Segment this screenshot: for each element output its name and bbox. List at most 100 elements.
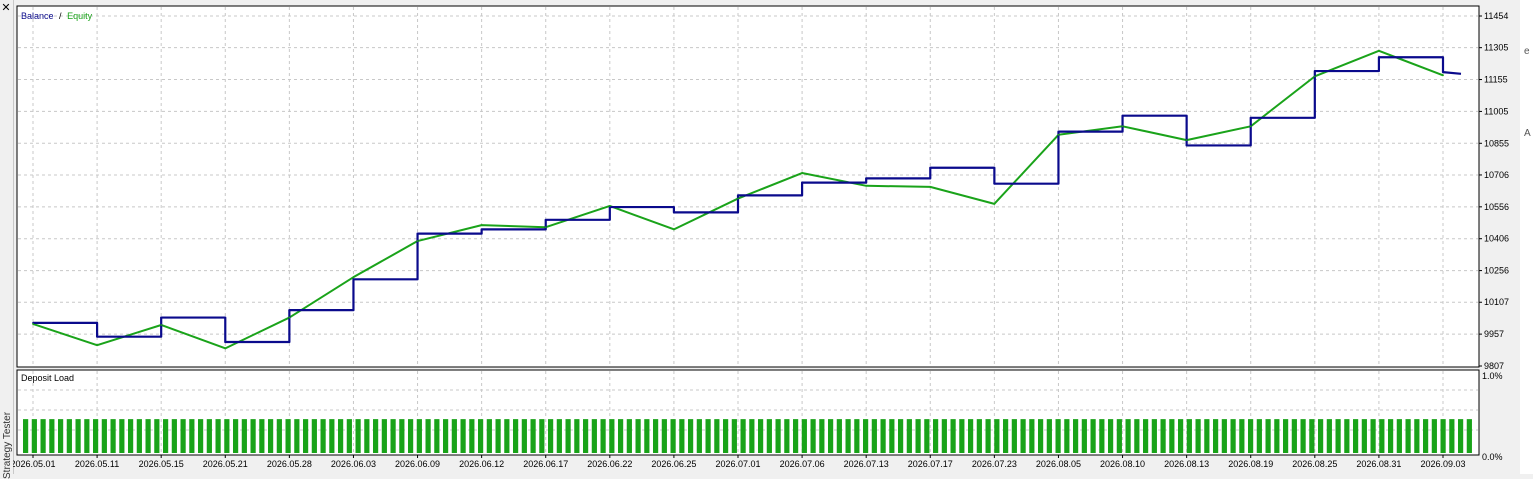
deposit-load-bar <box>688 419 694 453</box>
y-tick-label: 11305 <box>1484 43 1508 53</box>
x-tick-label: 2026.08.10 <box>1100 459 1145 469</box>
deposit-load-bar <box>215 419 221 453</box>
deposit-load-bar <box>276 419 282 453</box>
balance-point <box>352 278 355 281</box>
balance-point <box>801 181 803 184</box>
deposit-load-bar <box>451 419 457 453</box>
balance-point <box>737 194 739 197</box>
deposit-load-bar <box>381 419 387 453</box>
balance-point <box>480 228 483 231</box>
right-edge-glyph-1: e <box>1524 46 1530 57</box>
deposit-load-bar <box>478 419 484 453</box>
deposit-load-bar <box>793 419 799 453</box>
deposit-load-bar <box>661 419 667 453</box>
x-tick-label: 2026.07.01 <box>715 459 760 469</box>
x-tick-label: 2026.07.17 <box>908 459 953 469</box>
deposit-load-bar <box>329 419 335 453</box>
deposit-load-bar <box>959 419 965 453</box>
deposit-load-bar <box>723 419 729 453</box>
deposit-load-bar <box>1283 419 1289 453</box>
y-tick-label: 9807 <box>1484 361 1504 371</box>
y-tick-label: 10556 <box>1484 202 1509 212</box>
x-tick-label: 2026.08.13 <box>1164 459 1209 469</box>
equity-point <box>1057 133 1060 136</box>
deposit-load-bar <box>591 419 597 453</box>
deposit-load-bar <box>1431 419 1437 453</box>
deposit-load-bar <box>1396 419 1402 453</box>
equity-point <box>480 224 483 227</box>
deposit-load-bar <box>206 419 212 453</box>
balance-point <box>1057 130 1060 133</box>
deposit-load-bar <box>1221 419 1227 453</box>
deposit-load-bar <box>1274 419 1280 453</box>
equity-point <box>224 347 227 350</box>
y-tick-label: 11155 <box>1484 75 1508 85</box>
x-tick-label: 2026.07.06 <box>780 459 825 469</box>
deposit-load-bar <box>1151 419 1157 453</box>
deposit-load-bar <box>1160 419 1166 453</box>
legend-equity: Equity <box>67 11 93 21</box>
equity-point <box>1378 49 1380 52</box>
deposit-load-bar <box>495 419 501 453</box>
deposit-load-bar <box>66 419 72 453</box>
x-tick-label: 2026.07.23 <box>972 459 1017 469</box>
deposit-load-bar <box>653 419 659 453</box>
deposit-load-bar <box>1064 419 1070 453</box>
deposit-load-bar <box>863 419 869 453</box>
x-tick-label: 2026.05.11 <box>75 459 119 469</box>
deposit-load-bar <box>1125 419 1131 453</box>
deposit-load-bar <box>968 419 974 453</box>
deposit-load-bar <box>1309 419 1315 453</box>
deposit-load-bar <box>1038 419 1044 453</box>
deposit-load-bar <box>434 419 440 453</box>
deposit-load-bar <box>1213 419 1219 453</box>
deposit-load-bar <box>1116 419 1122 453</box>
balance-point <box>1442 71 1444 74</box>
deposit-load-bar <box>1143 419 1149 453</box>
deposit-load-bar <box>644 419 650 453</box>
deposit-load-bar <box>1090 419 1096 453</box>
deposit-load-bar <box>268 419 274 453</box>
deposit-load-bar <box>198 419 204 453</box>
equity-point <box>993 202 996 205</box>
deposit-load-bar <box>1379 419 1385 453</box>
deposit-load-bar <box>1239 419 1245 453</box>
deposit-load-bar <box>49 419 55 453</box>
deposit-load-bar <box>976 419 982 453</box>
deposit-load-bar <box>775 419 781 453</box>
deposit-load-bar <box>1081 419 1087 453</box>
deposit-load-bar <box>1440 419 1446 453</box>
deposit-load-bar <box>40 419 46 453</box>
deposit-load-bar <box>556 419 562 453</box>
x-tick-label: 2026.06.03 <box>331 459 376 469</box>
deposit-load-bar <box>1055 419 1061 453</box>
deposit-load-bar <box>828 419 834 453</box>
deposit-load-bar <box>136 419 142 453</box>
deposit-load-bar <box>58 419 64 453</box>
deposit-load-bar <box>93 419 99 453</box>
deposit-load-bar <box>906 419 912 453</box>
equity-point <box>929 185 932 188</box>
deposit-load-bar <box>1020 419 1026 453</box>
deposit-load-bar <box>31 419 37 453</box>
deposit-load-bar <box>171 419 177 453</box>
balance-point <box>288 309 291 312</box>
equity-point <box>96 344 98 347</box>
deposit-load-bar <box>1361 419 1367 453</box>
deposit-load-bar <box>259 419 265 453</box>
deposit-load-bar <box>819 419 825 453</box>
close-icon[interactable]: ✕ <box>0 2 12 14</box>
legend-separator: / <box>59 11 62 21</box>
deposit-load-bar <box>985 419 991 453</box>
deposit-load-bar <box>915 419 921 453</box>
deposit-load-bar <box>889 419 895 453</box>
equity-point <box>865 184 868 187</box>
deposit-load-bar <box>355 419 361 453</box>
equity-point <box>673 228 675 231</box>
deposit-load-bar <box>705 419 711 453</box>
equity-point <box>544 226 547 229</box>
y-tick-label: 10706 <box>1484 170 1509 180</box>
deposit-load-bar <box>758 419 764 453</box>
equity-point <box>737 197 739 200</box>
deposit-load-bar <box>1466 419 1472 453</box>
